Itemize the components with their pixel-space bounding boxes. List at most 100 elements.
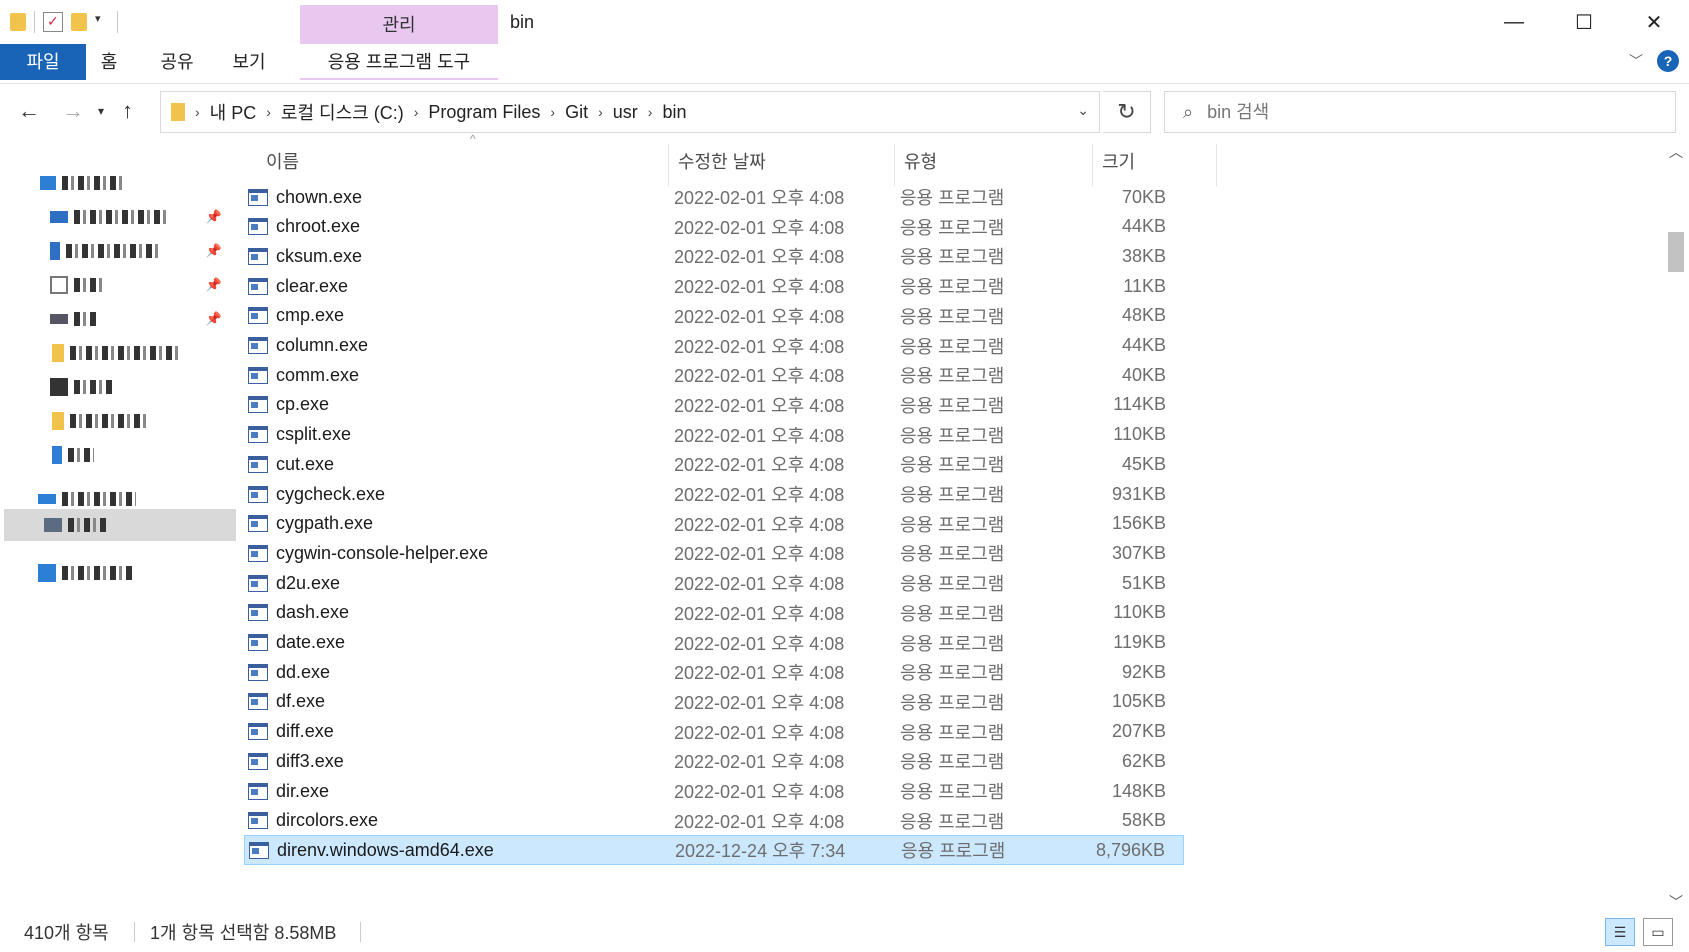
file-name[interactable]: dd.exe bbox=[276, 662, 686, 683]
file-row[interactable]: cmp.exe 2022-02-01 오후 4:08 응용 프로그램 48KB bbox=[244, 301, 1184, 331]
file-name[interactable]: cksum.exe bbox=[276, 246, 686, 267]
file-name[interactable]: cygwin-console-helper.exe bbox=[276, 543, 686, 564]
file-name[interactable]: comm.exe bbox=[276, 365, 686, 386]
file-row[interactable]: dash.exe 2022-02-01 오후 4:08 응용 프로그램 110KB bbox=[244, 598, 1184, 628]
nav-item[interactable]: 📌 bbox=[0, 303, 236, 335]
nav-item[interactable] bbox=[0, 337, 236, 369]
up-arrow-icon[interactable]: ↑ bbox=[122, 98, 133, 124]
file-row[interactable]: chroot.exe 2022-02-01 오후 4:08 응용 프로그램 44KB bbox=[244, 212, 1184, 242]
column-divider[interactable] bbox=[668, 144, 669, 186]
breadcrumb-usr[interactable]: usr bbox=[613, 102, 638, 123]
chevron-right-icon[interactable]: › bbox=[648, 104, 653, 120]
nav-item[interactable]: 📌 bbox=[0, 235, 236, 267]
scroll-down-icon[interactable]: ﹀ bbox=[1669, 892, 1683, 912]
chevron-right-icon[interactable]: › bbox=[598, 104, 603, 120]
file-row[interactable]: cygcheck.exe 2022-02-01 오후 4:08 응용 프로그램 931… bbox=[244, 479, 1184, 509]
minimize-button[interactable]: — bbox=[1479, 0, 1549, 44]
large-icons-view-button[interactable]: ▭ bbox=[1643, 918, 1673, 946]
file-row[interactable]: cygwin-console-helper.exe 2022-02-01 오후 4… bbox=[244, 538, 1184, 568]
file-row[interactable]: cp.exe 2022-02-01 오후 4:08 응용 프로그램 114KB bbox=[244, 390, 1184, 420]
chevron-right-icon[interactable]: › bbox=[550, 104, 555, 120]
help-icon[interactable]: ? bbox=[1657, 50, 1679, 72]
file-name[interactable]: diff.exe bbox=[276, 721, 686, 742]
file-row[interactable]: csplit.exe 2022-02-01 오후 4:08 응용 프로그램 110KB bbox=[244, 420, 1184, 450]
breadcrumb-local-disk[interactable]: 로컬 디스크 (C:) bbox=[281, 99, 404, 125]
column-header-size[interactable]: 크기 bbox=[1102, 148, 1135, 182]
file-name[interactable]: date.exe bbox=[276, 632, 686, 653]
tab-application-tools[interactable]: 응용 프로그램 도구 bbox=[300, 44, 498, 80]
file-row[interactable]: clear.exe 2022-02-01 오후 4:08 응용 프로그램 11KB bbox=[244, 271, 1184, 301]
file-row[interactable]: direnv.windows-amd64.exe 2022-12-24 오후 7:… bbox=[244, 835, 1184, 866]
nav-item[interactable] bbox=[0, 371, 236, 403]
nav-item[interactable]: 📌 bbox=[0, 201, 236, 233]
file-row[interactable]: d2u.exe 2022-02-01 오후 4:08 응용 프로그램 51KB bbox=[244, 568, 1184, 598]
file-row[interactable]: diff.exe 2022-02-01 오후 4:08 응용 프로그램 207KB bbox=[244, 717, 1184, 747]
maximize-button[interactable]: ☐ bbox=[1549, 0, 1619, 44]
breadcrumb-git[interactable]: Git bbox=[565, 102, 588, 123]
file-name[interactable]: chown.exe bbox=[276, 187, 686, 208]
expand-ribbon-icon[interactable]: ﹀ bbox=[1629, 51, 1643, 71]
address-dropdown-icon[interactable]: ⌄ bbox=[1077, 102, 1089, 119]
tab-file[interactable]: 파일 bbox=[0, 44, 86, 80]
file-name[interactable]: dir.exe bbox=[276, 781, 686, 802]
file-name[interactable]: chroot.exe bbox=[276, 216, 686, 237]
column-header-date[interactable]: 수정한 날짜 bbox=[678, 148, 766, 182]
file-row[interactable]: cygpath.exe 2022-02-01 오후 4:08 응용 프로그램 156K… bbox=[244, 509, 1184, 539]
file-name[interactable]: cygpath.exe bbox=[276, 513, 686, 534]
nav-this-pc[interactable] bbox=[4, 509, 236, 541]
file-name[interactable]: cygcheck.exe bbox=[276, 484, 686, 505]
column-divider[interactable] bbox=[1092, 144, 1093, 186]
nav-network[interactable] bbox=[0, 557, 236, 589]
file-name[interactable]: csplit.exe bbox=[276, 424, 686, 445]
nav-item[interactable] bbox=[0, 405, 236, 437]
chevron-right-icon[interactable]: › bbox=[414, 104, 419, 120]
pin-icon[interactable]: 📌 bbox=[206, 243, 222, 259]
column-header-type[interactable]: 유형 bbox=[904, 148, 937, 182]
file-name[interactable]: cut.exe bbox=[276, 454, 686, 475]
recent-locations-chevron-icon[interactable]: ▾ bbox=[98, 104, 104, 118]
file-row[interactable]: dd.exe 2022-02-01 오후 4:08 응용 프로그램 92KB bbox=[244, 657, 1184, 687]
file-name[interactable]: dircolors.exe bbox=[276, 810, 686, 831]
breadcrumb-this-pc[interactable]: 내 PC bbox=[210, 99, 257, 125]
chevron-right-icon[interactable]: › bbox=[266, 104, 271, 120]
properties-icon[interactable] bbox=[43, 12, 63, 32]
file-name[interactable]: direnv.windows-amd64.exe bbox=[277, 840, 687, 861]
file-name[interactable]: diff3.exe bbox=[276, 751, 686, 772]
file-name[interactable]: column.exe bbox=[276, 335, 686, 356]
vertical-scrollbar[interactable]: ︿ ﹀ bbox=[1664, 142, 1689, 912]
pin-icon[interactable]: 📌 bbox=[206, 311, 222, 327]
file-row[interactable]: date.exe 2022-02-01 오후 4:08 응용 프로그램 119KB bbox=[244, 628, 1184, 658]
file-row[interactable]: column.exe 2022-02-01 오후 4:08 응용 프로그램 44KB bbox=[244, 331, 1184, 361]
column-header-name[interactable]: 이름 bbox=[266, 148, 299, 182]
tab-home[interactable]: 홈 bbox=[92, 44, 126, 80]
file-row[interactable]: chown.exe 2022-02-01 오후 4:08 응용 프로그램 70KB bbox=[244, 182, 1184, 212]
address-bar[interactable]: › 내 PC › 로컬 디스크 (C:) › Program Files › G… bbox=[160, 91, 1100, 133]
scroll-thumb[interactable] bbox=[1668, 232, 1684, 272]
back-arrow-icon[interactable]: ← bbox=[18, 98, 40, 124]
breadcrumb-bin[interactable]: bin bbox=[662, 102, 686, 123]
chevron-right-icon[interactable]: › bbox=[195, 104, 200, 120]
file-row[interactable]: cut.exe 2022-02-01 오후 4:08 응용 프로그램 45KB bbox=[244, 449, 1184, 479]
tab-view[interactable]: 보기 bbox=[224, 44, 274, 80]
file-row[interactable]: dircolors.exe 2022-02-01 오후 4:08 응용 프로그램 58… bbox=[244, 806, 1184, 836]
refresh-button[interactable]: ↻ bbox=[1103, 91, 1151, 133]
new-folder-icon[interactable] bbox=[71, 13, 87, 31]
search-box[interactable]: ⌕ bbox=[1164, 91, 1676, 133]
tab-share[interactable]: 공유 bbox=[152, 44, 202, 80]
file-name[interactable]: cmp.exe bbox=[276, 305, 686, 326]
search-input[interactable] bbox=[1207, 101, 1608, 123]
file-name[interactable]: clear.exe bbox=[276, 276, 686, 297]
customize-toolbar-icon[interactable]: ▾ bbox=[95, 12, 109, 32]
file-row[interactable]: cksum.exe 2022-02-01 오후 4:08 응용 프로그램 38KB bbox=[244, 241, 1184, 271]
forward-arrow-icon[interactable]: → bbox=[62, 98, 84, 124]
manage-contextual-tab[interactable]: 관리 bbox=[300, 5, 498, 45]
file-name[interactable]: dash.exe bbox=[276, 602, 686, 623]
nav-item[interactable]: 📌 bbox=[0, 269, 236, 301]
pin-icon[interactable]: 📌 bbox=[206, 209, 222, 225]
breadcrumb-program-files[interactable]: Program Files bbox=[428, 102, 540, 123]
close-button[interactable]: ✕ bbox=[1619, 0, 1689, 44]
file-row[interactable]: df.exe 2022-02-01 오후 4:08 응용 프로그램 105KB bbox=[244, 687, 1184, 717]
details-view-button[interactable]: ☰ bbox=[1605, 918, 1635, 946]
file-name[interactable]: cp.exe bbox=[276, 394, 686, 415]
pin-icon[interactable]: 📌 bbox=[206, 277, 222, 293]
